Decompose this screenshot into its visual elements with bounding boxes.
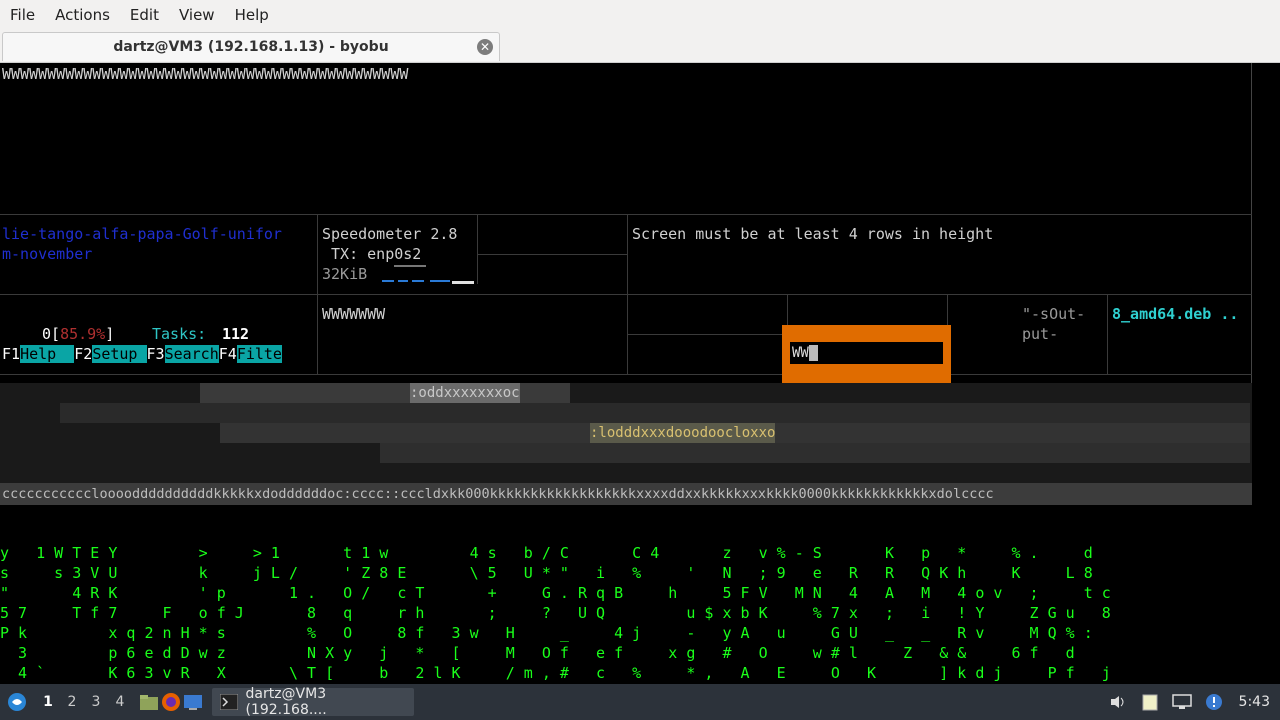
ascii-row-3: ccccccccccclooooddddddddddkkkkkxdodddddd… [2,486,994,502]
matrix-row: 5 7 T f 7 F o f J 8 q r h ; ? U Q u $ x … [0,604,1111,622]
cpu-meter: 0[85.9%] [42,325,115,343]
popup-input[interactable]: WW [790,342,943,364]
deb-filename: 8_amd64.deb .. [1112,305,1239,323]
firefox-icon[interactable] [160,691,182,713]
divider [0,214,1252,215]
tasks-label: Tasks: [152,325,207,343]
ascii-row-2: :lodddxxxdooodoocloxxo [590,423,776,443]
divider [317,214,318,374]
divider [0,294,1252,295]
terminal-tab[interactable]: dartz@VM3 (192.168.1.13) - byobu ✕ [2,32,500,61]
menu-view[interactable]: View [169,6,225,24]
system-tray: 5:43 [1107,684,1280,720]
clock[interactable]: 5:43 [1239,694,1270,710]
taskbar-terminal-label: dartz@VM3 (192.168.... [245,686,327,718]
tasks-value: 112 [222,325,250,343]
ascii-art-band: :oddxxxxxxxoc :lodddxxxdooodoocloxxo ccc… [0,383,1252,505]
workspace-4[interactable]: 4 [108,694,132,710]
matrix-row: P k x q 2 n H * s % O 8 f 3 w H _ 4 j - … [0,624,1093,642]
sout-text-1: "-sOut- [1022,305,1086,323]
taskbar: 1 2 3 4 dartz@VM3 (192.168.... 5:43 [0,684,1280,720]
menu-actions[interactable]: Actions [45,6,120,24]
menu-bar: File Actions Edit View Help [0,0,1280,30]
update-notification-icon[interactable] [1203,691,1225,713]
divider [478,254,628,255]
workspace-3[interactable]: 3 [84,694,108,710]
terminal-icon [218,691,240,713]
input-popup: WW [782,325,951,383]
f3-search-button[interactable]: Search [164,345,219,363]
clipboard-icon[interactable] [1139,691,1161,713]
screen-size-message: Screen must be at least 4 rows in height [632,225,994,243]
terminal-scrollbar[interactable] [1251,63,1280,503]
matrix-row: 3 p 6 e d D w z N X y j * [ M O f e f x … [0,644,1075,662]
tab-bar: dartz@VM3 (192.168.1.13) - byobu ✕ [0,30,1280,63]
matrix-rain: y 1 W T E Y > > 1 t 1 w 4 s b / C C 4 z … [0,543,1280,684]
speedometer-rate: 32KiB [322,265,368,283]
menu-file[interactable]: File [0,6,45,24]
sout-text-2: put- [1022,325,1059,343]
f4-filter-button[interactable]: Filte [236,345,282,363]
desktop-icon[interactable] [182,691,204,713]
f2-setup-button[interactable]: Setup [92,345,147,363]
file-manager-icon[interactable] [138,691,160,713]
menu-edit[interactable]: Edit [120,6,169,24]
divider [627,214,628,374]
speedometer-title: Speedometer 2.8 [322,225,458,243]
matrix-row: " 4 R K ' p 1 . O / c T + G . R q B h 5 … [0,584,1111,602]
matrix-row: s s 3 V U k j L / ' Z 8 E \ 5 U * " i % … [0,564,1093,582]
workspace-2[interactable]: 2 [60,694,84,710]
matrix-row: 4 ` K 6 3 v R X \ T [ b 2 l K / m , # c … [0,664,1111,682]
divider [628,334,788,335]
scroll-text-2: m-november [2,245,93,263]
ascii-row-1: :oddxxxxxxxoc [410,383,520,403]
taskbar-terminal-button[interactable]: dartz@VM3 (192.168.... [212,686,414,718]
divider [1107,294,1108,374]
close-tab-icon[interactable]: ✕ [477,39,493,55]
tab-title: dartz@VM3 (192.168.1.13) - byobu [113,39,389,55]
workspace-1[interactable]: 1 [36,694,60,710]
speedometer-tx: TX: enp0s2 [322,245,422,263]
scroll-text-1: lie-tango-alfa-papa-Golf-unifor [2,225,282,243]
terminal-area[interactable]: WWWWWWWWWWWWWWWWWWWWWWWWWWWWWWWWWWWWWWWW… [0,63,1280,684]
top-w-line: WWWWWWWWWWWWWWWWWWWWWWWWWWWWWWWWWWWWWWWW… [2,65,409,83]
speedometer-graph [382,265,474,284]
function-key-bar: F1Help F2Setup F3SearchF4Filte [2,345,282,363]
mid-w-text: WWWWWWW [322,305,386,323]
volume-icon[interactable] [1107,691,1129,713]
menu-help[interactable]: Help [225,6,279,24]
divider [0,374,1252,375]
text-cursor [808,345,818,361]
matrix-row: y 1 W T E Y > > 1 t 1 w 4 s b / C C 4 z … [0,544,1093,562]
f1-help-button[interactable]: Help [20,345,75,363]
start-menu-icon[interactable] [6,691,28,713]
network-icon[interactable] [1171,691,1193,713]
